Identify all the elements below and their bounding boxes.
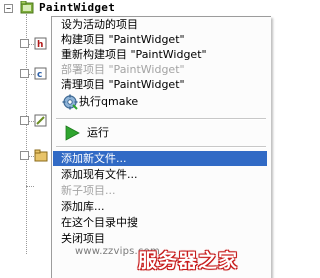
tree-connector-horizontal: [26, 186, 34, 187]
headers-folder-icon: h: [34, 37, 47, 50]
tree-expander-headers[interactable]: [20, 39, 29, 48]
tree-connector-vertical: [26, 14, 27, 254]
menu-item-add-new-file[interactable]: 添加新文件...: [53, 151, 267, 166]
tree-expander-resources[interactable]: [20, 151, 29, 160]
tree-root-project-label[interactable]: PaintWidget: [37, 1, 117, 14]
tree-expander-sources[interactable]: [20, 69, 29, 78]
menu-item-run[interactable]: 运行: [53, 124, 267, 142]
sources-folder-icon: c: [34, 67, 47, 80]
menu-item-rebuild-project[interactable]: 重新构建项目 "PaintWidget": [53, 47, 267, 62]
menu-item-find-in-directory[interactable]: 在这个目录中搜: [53, 215, 267, 230]
menu-item-new-subproject[interactable]: 新子项目...: [53, 183, 267, 198]
svg-text:c: c: [37, 70, 42, 80]
menu-item-add-library[interactable]: 添加库...: [53, 199, 267, 214]
menu-item-build-project[interactable]: 构建项目 "PaintWidget": [53, 32, 267, 47]
svg-text:h: h: [37, 40, 43, 50]
forms-folder-icon: [34, 114, 47, 127]
menu-item-run-qmake[interactable]: 执行qmake: [53, 94, 267, 110]
context-menu: 设为活动的项目 构建项目 "PaintWidget" 重新构建项目 "Paint…: [51, 16, 271, 278]
menu-separator: [56, 146, 266, 148]
resources-folder-icon: [34, 149, 48, 162]
menu-item-clean-project[interactable]: 清理项目 "PaintWidget": [53, 77, 267, 92]
watermark-brand: 服务器之家: [138, 250, 239, 272]
menu-separator: [56, 118, 266, 120]
qt-project-icon: [20, 1, 34, 14]
menu-item-set-active[interactable]: 设为活动的项目: [53, 17, 267, 32]
qmake-gear-icon: [62, 94, 78, 110]
tree-expander-forms[interactable]: [20, 116, 29, 125]
tree-expander-root[interactable]: −: [4, 4, 13, 13]
menu-item-close-project[interactable]: 关闭项目: [53, 231, 267, 246]
run-play-icon: [65, 125, 80, 141]
menu-item-add-existing-files[interactable]: 添加现有文件...: [53, 167, 267, 182]
menu-item-deploy-project[interactable]: 部署项目 "PaintWidget": [53, 62, 267, 77]
